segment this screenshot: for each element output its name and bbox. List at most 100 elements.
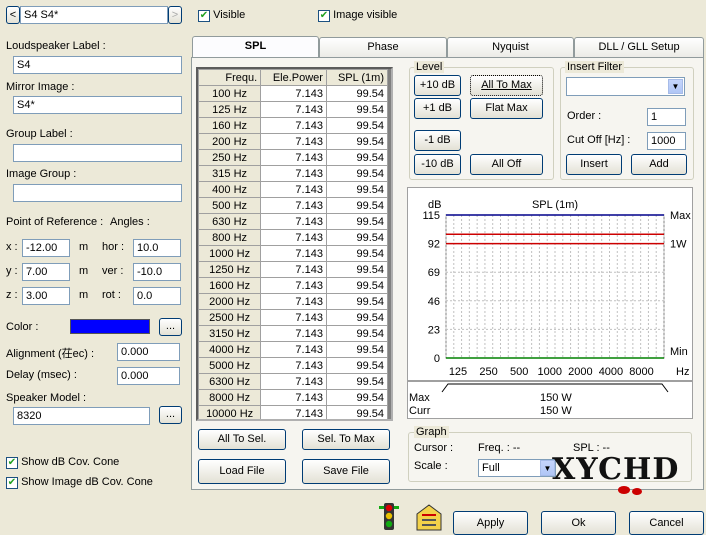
table-cell[interactable]: 7.143 bbox=[260, 181, 327, 198]
ver-input[interactable]: -10.0 bbox=[133, 263, 181, 281]
table-cell[interactable]: 99.54 bbox=[325, 165, 389, 182]
table-cell[interactable]: 6300 Hz bbox=[198, 373, 262, 390]
table-row[interactable]: 500 Hz 7.143 99.54 bbox=[198, 197, 389, 214]
ls-label-input[interactable]: S4 bbox=[13, 56, 182, 74]
table-cell[interactable]: 7.143 bbox=[260, 117, 327, 134]
table-cell[interactable]: 99.54 bbox=[325, 85, 389, 102]
table-cell[interactable]: 7.143 bbox=[260, 293, 327, 310]
table-cell[interactable]: 4000 Hz bbox=[198, 341, 262, 358]
all-off-button[interactable]: All Off bbox=[470, 154, 543, 175]
group-input[interactable] bbox=[13, 144, 182, 162]
color-swatch[interactable] bbox=[70, 319, 150, 334]
show-db-cone-checkbox[interactable]: ✔ Show dB Cov. Cone bbox=[6, 456, 119, 469]
table-row[interactable]: 400 Hz 7.143 99.54 bbox=[198, 181, 389, 198]
table-cell[interactable]: 99.54 bbox=[325, 405, 389, 419]
table-row[interactable]: 6300 Hz 7.143 99.54 bbox=[198, 373, 389, 390]
table-cell[interactable]: 1600 Hz bbox=[198, 277, 262, 294]
chevron-down-icon[interactable]: ▼ bbox=[668, 79, 683, 94]
table-cell[interactable]: 99.54 bbox=[325, 229, 389, 246]
x-input[interactable]: -12.00 bbox=[22, 239, 70, 257]
table-cell[interactable]: 500 Hz bbox=[198, 197, 262, 214]
table-row[interactable]: 2500 Hz 7.143 99.54 bbox=[198, 309, 389, 326]
table-cell[interactable]: 7.143 bbox=[260, 197, 327, 214]
table-cell[interactable]: 630 Hz bbox=[198, 213, 262, 230]
table-row[interactable]: 4000 Hz 7.143 99.54 bbox=[198, 341, 389, 358]
tab-spl[interactable]: SPL bbox=[192, 36, 319, 58]
table-cell[interactable]: 99.54 bbox=[325, 181, 389, 198]
table-cell[interactable]: 99.54 bbox=[325, 101, 389, 118]
show-img-db-cone-checkbox[interactable]: ✔ Show Image dB Cov. Cone bbox=[6, 476, 153, 489]
table-row[interactable]: 1250 Hz 7.143 99.54 bbox=[198, 261, 389, 278]
table-row[interactable]: 250 Hz 7.143 99.54 bbox=[198, 149, 389, 166]
table-row[interactable]: 10000 Hz 7.143 99.54 bbox=[198, 405, 389, 419]
tab-dll-gll-setup[interactable]: DLL / GLL Setup bbox=[574, 37, 704, 57]
table-cell[interactable]: 200 Hz bbox=[198, 133, 262, 150]
table-cell[interactable]: 7.143 bbox=[260, 277, 327, 294]
table-cell[interactable]: 99.54 bbox=[325, 133, 389, 150]
all-to-max-button[interactable]: All To Max bbox=[470, 75, 543, 96]
table-cell[interactable]: 99.54 bbox=[325, 341, 389, 358]
table-cell[interactable]: 10000 Hz bbox=[198, 405, 262, 419]
table-row[interactable]: 2000 Hz 7.143 99.54 bbox=[198, 293, 389, 310]
delay-input[interactable]: 0.000 bbox=[117, 367, 180, 385]
table-cell[interactable]: 7.143 bbox=[260, 325, 327, 342]
next-button[interactable]: > bbox=[168, 6, 182, 24]
table-cell[interactable]: 7.143 bbox=[260, 341, 327, 358]
apply-button[interactable]: Apply bbox=[453, 511, 528, 535]
table-cell[interactable]: 99.54 bbox=[325, 389, 389, 406]
table-cell[interactable]: 7.143 bbox=[260, 389, 327, 406]
table-cell[interactable]: 7.143 bbox=[260, 245, 327, 262]
table-cell[interactable]: 400 Hz bbox=[198, 181, 262, 198]
cancel-button[interactable]: Cancel bbox=[629, 511, 704, 535]
table-cell[interactable]: 250 Hz bbox=[198, 149, 262, 166]
table-cell[interactable]: 99.54 bbox=[325, 261, 389, 278]
table-cell[interactable]: 8000 Hz bbox=[198, 389, 262, 406]
table-cell[interactable]: 7.143 bbox=[260, 165, 327, 182]
model-input[interactable]: 8320 bbox=[13, 407, 150, 425]
rot-input[interactable]: 0.0 bbox=[133, 287, 181, 305]
table-cell[interactable]: 99.54 bbox=[325, 277, 389, 294]
model-browse-button[interactable]: ... bbox=[159, 406, 182, 424]
table-cell[interactable]: 99.54 bbox=[325, 325, 389, 342]
save-file-button[interactable]: Save File bbox=[302, 459, 390, 484]
color-picker-button[interactable]: ... bbox=[159, 318, 182, 336]
table-cell[interactable]: 7.143 bbox=[260, 85, 327, 102]
load-file-button[interactable]: Load File bbox=[198, 459, 286, 484]
table-cell[interactable]: 7.143 bbox=[260, 405, 327, 419]
table-cell[interactable]: 3150 Hz bbox=[198, 325, 262, 342]
table-cell[interactable]: 99.54 bbox=[325, 293, 389, 310]
table-row[interactable]: 100 Hz 7.143 99.54 bbox=[198, 85, 389, 102]
table-cell[interactable]: 7.143 bbox=[260, 101, 327, 118]
table-cell[interactable]: 99.54 bbox=[325, 373, 389, 390]
insert-button[interactable]: Insert bbox=[566, 154, 622, 175]
table-cell[interactable]: 1000 Hz bbox=[198, 245, 262, 262]
flat-max-button[interactable]: Flat Max bbox=[470, 98, 543, 119]
table-cell[interactable]: 7.143 bbox=[260, 261, 327, 278]
order-input[interactable]: 1 bbox=[647, 108, 686, 126]
all-to-sel-button[interactable]: All To Sel. bbox=[198, 429, 286, 450]
traffic-light-icon[interactable] bbox=[376, 502, 402, 532]
table-cell[interactable]: 2500 Hz bbox=[198, 309, 262, 326]
table-cell[interactable]: 99.54 bbox=[325, 197, 389, 214]
table-cell[interactable]: 99.54 bbox=[325, 357, 389, 374]
table-row[interactable]: 315 Hz 7.143 99.54 bbox=[198, 165, 389, 182]
table-row[interactable]: 5000 Hz 7.143 99.54 bbox=[198, 357, 389, 374]
speaker-title-field[interactable]: S4 S4* bbox=[20, 6, 168, 24]
sel-to-max-button[interactable]: Sel. To Max bbox=[302, 429, 390, 450]
ok-button[interactable]: Ok bbox=[541, 511, 616, 535]
plus-10db-button[interactable]: +10 dB bbox=[414, 75, 461, 96]
add-button[interactable]: Add bbox=[631, 154, 687, 175]
table-cell[interactable]: 125 Hz bbox=[198, 101, 262, 118]
table-cell[interactable]: 800 Hz bbox=[198, 229, 262, 246]
minus-10db-button[interactable]: -10 dB bbox=[414, 154, 461, 175]
z-input[interactable]: 3.00 bbox=[22, 287, 70, 305]
minus-1db-button[interactable]: -1 dB bbox=[414, 130, 461, 151]
table-cell[interactable]: 99.54 bbox=[325, 149, 389, 166]
image-group-input[interactable] bbox=[13, 184, 182, 202]
tab-phase[interactable]: Phase bbox=[319, 37, 447, 57]
table-cell[interactable]: 7.143 bbox=[260, 229, 327, 246]
table-cell[interactable]: 7.143 bbox=[260, 133, 327, 150]
table-cell[interactable]: 7.143 bbox=[260, 309, 327, 326]
table-cell[interactable]: 1250 Hz bbox=[198, 261, 262, 278]
table-row[interactable]: 630 Hz 7.143 99.54 bbox=[198, 213, 389, 230]
